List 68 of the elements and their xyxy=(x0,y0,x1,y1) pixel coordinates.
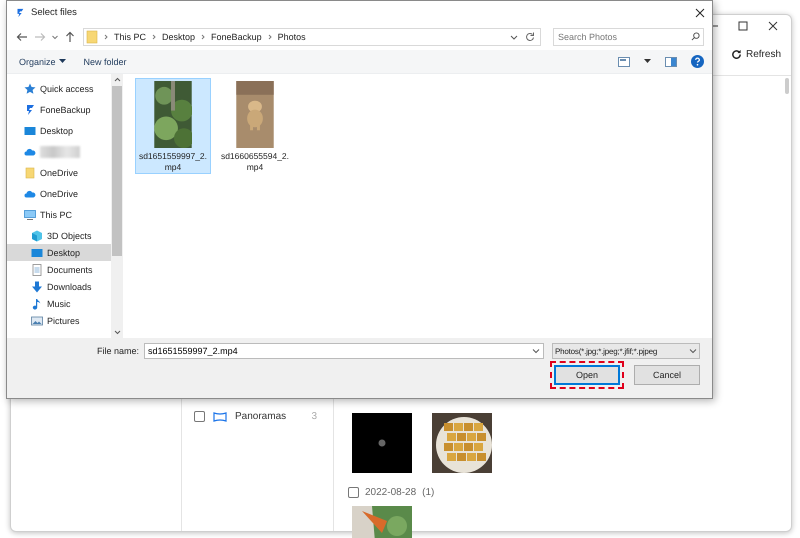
photo-count: (1) xyxy=(422,487,434,498)
breadcrumb-item[interactable]: Photos xyxy=(278,32,306,42)
view-icon[interactable] xyxy=(618,56,630,66)
computer-icon xyxy=(24,208,36,220)
toolbar-button[interactable]: New folder xyxy=(82,54,129,68)
dialog-button[interactable]: Open xyxy=(554,365,620,385)
nav-item[interactable]: OneDrive xyxy=(7,185,111,202)
nav-item[interactable]: Pictures xyxy=(7,312,111,329)
file-name-field[interactable]: sd1651559997_2.mp4 xyxy=(144,343,544,359)
nav-item[interactable]: Quick access xyxy=(7,80,111,97)
nav-item[interactable]: Documents xyxy=(7,261,111,278)
pictures-icon xyxy=(31,314,43,326)
nav-item[interactable]: Desktop xyxy=(7,244,111,261)
desktop-icon xyxy=(24,124,36,136)
file-type-dropdown[interactable]: Photos(*.jpg;*.jpeg;*.jfif;*.pjpeg xyxy=(552,343,700,359)
address-bar[interactable]: This PC Desktop FoneBackup Photos xyxy=(83,28,541,46)
date-label: 2022-08-28 xyxy=(365,487,416,498)
app-logo-icon xyxy=(24,104,36,116)
panorama-icon xyxy=(213,412,227,422)
scrollbar-thumb[interactable] xyxy=(785,78,789,94)
cube-icon xyxy=(31,230,43,242)
nav-item[interactable]: Music xyxy=(7,295,111,312)
refresh-button[interactable]: Refresh xyxy=(728,45,783,64)
chevron-right-icon xyxy=(266,34,273,40)
dialog-button[interactable]: Cancel xyxy=(634,365,700,385)
nav-item[interactable]: Downloads xyxy=(7,278,111,295)
nav-item[interactable]: FoneBackup xyxy=(7,101,111,118)
chevron-down-icon xyxy=(689,348,697,354)
search-field[interactable]: Search Photos xyxy=(553,28,704,46)
nav-item[interactable]: Desktop xyxy=(7,122,111,139)
chevron-right-icon xyxy=(200,34,206,40)
app-logo-icon xyxy=(15,8,25,18)
star-icon xyxy=(24,82,36,94)
breadcrumb-item[interactable]: This PC xyxy=(114,32,146,42)
document-icon xyxy=(31,264,43,276)
caret-icon[interactable] xyxy=(644,59,651,64)
chevron-down-icon[interactable] xyxy=(532,348,540,354)
preview-pane-icon[interactable] xyxy=(665,56,677,66)
close-icon[interactable] xyxy=(694,6,706,18)
breadcrumb-item[interactable]: Desktop xyxy=(162,32,196,42)
nav-item[interactable]: 3D Objects xyxy=(7,227,111,244)
scrollbar[interactable] xyxy=(111,74,123,338)
album-name: Panoramas xyxy=(235,411,286,422)
checkbox[interactable] xyxy=(348,487,359,498)
file-item[interactable]: sd1651559997_2.mp4 xyxy=(135,78,211,174)
checkbox[interactable] xyxy=(194,411,205,422)
search-icon xyxy=(691,32,700,41)
file-name-label: File name: xyxy=(96,346,139,356)
chevron-right-icon xyxy=(103,34,109,40)
nav-item[interactable]: This PC xyxy=(7,206,111,223)
chevron-up-icon[interactable] xyxy=(114,77,120,82)
music-note-icon xyxy=(31,298,43,310)
download-icon xyxy=(31,280,43,292)
chevron-right-icon xyxy=(151,34,158,40)
chevron-down-icon[interactable] xyxy=(114,330,120,335)
nav-item[interactable]: OneDrive xyxy=(7,164,111,181)
folder-icon xyxy=(24,166,36,178)
dialog-title: Select files xyxy=(31,7,77,18)
toolbar-button[interactable]: Organize xyxy=(17,54,68,68)
desktop-icon xyxy=(31,246,43,258)
help-icon[interactable] xyxy=(691,55,704,68)
refresh-icon xyxy=(730,49,742,60)
album-count: 3 xyxy=(311,411,317,422)
file-item[interactable]: sd1660655594_2.mp4 xyxy=(217,78,293,174)
refresh-icon[interactable] xyxy=(524,31,536,43)
breadcrumb-item[interactable]: FoneBackup xyxy=(211,32,262,42)
caret-icon xyxy=(58,59,66,64)
folder-icon xyxy=(86,30,98,44)
